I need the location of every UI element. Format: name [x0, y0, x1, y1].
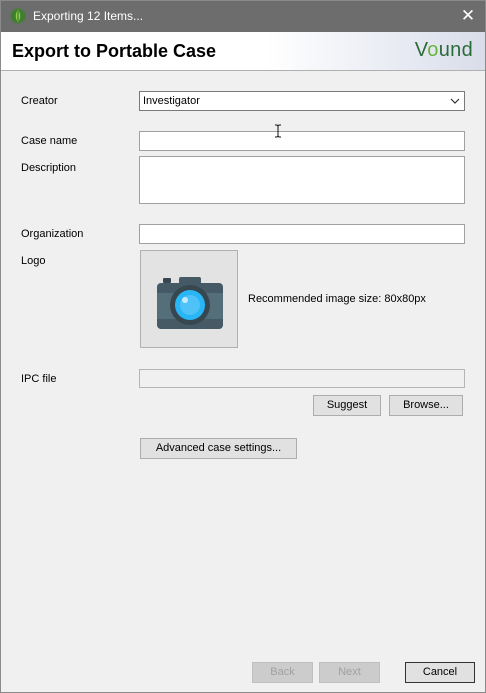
logo-picker[interactable] [140, 250, 238, 348]
description-label: Description [21, 162, 77, 174]
organization-input[interactable] [139, 224, 465, 244]
browse-button[interactable]: Browse... [389, 395, 463, 416]
creator-select[interactable]: Investigator [139, 91, 465, 111]
close-icon: ✕ [460, 6, 476, 25]
back-button[interactable]: Back [252, 662, 313, 683]
logo-letter-v: V [414, 39, 428, 61]
export-dialog: Exporting 12 Items... ✕ Export to Portab… [0, 0, 486, 693]
logo-letters-und: und [438, 39, 473, 61]
page-title: Export to Portable Case [12, 41, 217, 61]
logo-size-hint: Recommended image size: 80x80px [248, 293, 426, 305]
logo-letter-o: o [427, 39, 439, 61]
ipc-file-label: IPC file [21, 373, 57, 385]
case-name-label: Case name [21, 135, 78, 147]
advanced-case-settings-button[interactable]: Advanced case settings... [140, 438, 297, 459]
close-button[interactable]: ✕ [451, 1, 485, 32]
logo-label: Logo [21, 255, 46, 267]
header-banner: Export to Portable Case Vound [1, 32, 485, 71]
camera-icon [157, 277, 223, 329]
app-leaf-icon [10, 8, 26, 24]
cancel-button[interactable]: Cancel [405, 662, 475, 683]
organization-label: Organization [21, 228, 84, 240]
vound-logo: Vound [415, 39, 473, 62]
creator-label: Creator [21, 95, 58, 107]
window-title: Exporting 12 Items... [33, 9, 144, 23]
description-textarea[interactable] [139, 156, 465, 204]
ipc-file-input[interactable] [139, 369, 465, 388]
suggest-button[interactable]: Suggest [313, 395, 381, 416]
chevron-down-icon [450, 98, 460, 104]
case-name-input[interactable] [139, 131, 465, 151]
text-cursor-icon [275, 124, 281, 138]
creator-selected-value: Investigator [143, 95, 200, 107]
title-bar[interactable]: Exporting 12 Items... ✕ [1, 1, 485, 32]
next-button[interactable]: Next [319, 662, 380, 683]
